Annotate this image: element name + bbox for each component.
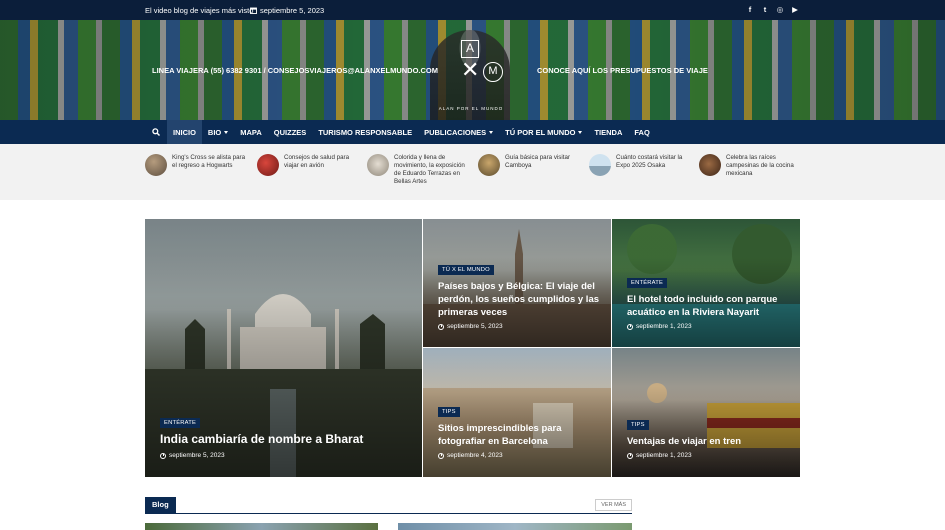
trending-item[interactable]: Cuánto costará visitar la Expo 2025 Osak… bbox=[589, 154, 694, 176]
nav-label: FAQ bbox=[634, 127, 650, 137]
calendar-icon bbox=[250, 7, 257, 14]
trending-item[interactable]: Guía básica para visitar Camboya bbox=[478, 154, 578, 176]
nav-item-tu-por-el-mundo[interactable]: TÚ POR EL MUNDO bbox=[499, 120, 588, 144]
trending-title: Cuánto costará visitar la Expo 2025 Osak… bbox=[616, 154, 683, 169]
trending-thumbnail bbox=[478, 154, 500, 176]
date-text: septiembre 5, 2023 bbox=[169, 452, 225, 459]
nav-item-inicio[interactable]: INICIO bbox=[167, 120, 202, 144]
social-links: f t ◎ ▶ bbox=[746, 5, 799, 14]
article-title[interactable]: Países bajos y Bélgica: El viaje del per… bbox=[438, 280, 603, 319]
hero-article-barcelona[interactable]: TIPS Sitios imprescindibles para fotogra… bbox=[423, 348, 611, 477]
trending-title: Celebra las raíces campesinas de la coci… bbox=[726, 154, 794, 177]
date-text: septiembre 1, 2023 bbox=[636, 452, 692, 459]
trending-title: Guía básica para visitar Camboya bbox=[505, 154, 570, 169]
youtube-icon[interactable]: ▶ bbox=[791, 5, 799, 14]
trending-title: King's Cross se alista para el regreso a… bbox=[172, 154, 246, 169]
search-icon bbox=[152, 128, 160, 136]
article-date: septiembre 5, 2023 bbox=[160, 452, 225, 459]
clock-icon bbox=[627, 452, 633, 459]
article-title[interactable]: El hotel todo incluido con parque acuáti… bbox=[627, 293, 792, 319]
date-text: septiembre 5, 2023 bbox=[447, 323, 503, 330]
hero-article-india[interactable]: ENTÉRATE India cambiaría de nombre a Bha… bbox=[145, 219, 422, 477]
logo-x: ✕ bbox=[461, 57, 480, 82]
logo-letter-a: A bbox=[461, 40, 479, 58]
article-title[interactable]: India cambiaría de nombre a Bharat bbox=[160, 433, 410, 446]
site-logo[interactable]: A ✕ M ALAN POR EL MUNDO bbox=[431, 38, 511, 114]
header-banner: LINEA VIAJERA (55) 6382 9301 / CONSEJOSV… bbox=[0, 20, 945, 120]
nav-item-publicaciones[interactable]: PUBLICACIONES bbox=[418, 120, 499, 144]
nav-label: TÚ POR EL MUNDO bbox=[505, 127, 576, 137]
trending-item[interactable]: Celebra las raíces campesinas de la coci… bbox=[699, 154, 804, 178]
trending-thumbnail bbox=[367, 154, 389, 176]
chevron-down-icon bbox=[489, 130, 494, 134]
article-date: septiembre 1, 2023 bbox=[627, 323, 692, 330]
nav-item-faq[interactable]: FAQ bbox=[628, 120, 655, 144]
clock-icon bbox=[160, 452, 166, 459]
nav-label: BIO bbox=[207, 127, 222, 137]
blog-post-thumbnail[interactable] bbox=[145, 523, 378, 530]
category-badge[interactable]: TIPS bbox=[438, 407, 460, 417]
article-date: septiembre 5, 2023 bbox=[438, 323, 503, 330]
nav-label: TURISMO RESPONSABLE bbox=[318, 127, 413, 137]
trending-thumbnail bbox=[257, 154, 279, 176]
nav-item-quizzes[interactable]: QUIZZES bbox=[268, 120, 313, 144]
article-date: septiembre 1, 2023 bbox=[627, 452, 692, 459]
date-text: septiembre 5, 2023 bbox=[260, 6, 325, 15]
contact-line-link[interactable]: LINEA VIAJERA (55) 6382 9301 / CONSEJOSV… bbox=[152, 66, 438, 75]
trending-strip: King's Cross se alista para el regreso a… bbox=[0, 144, 945, 200]
nav-label: MAPA bbox=[240, 127, 262, 137]
article-date: septiembre 4, 2023 bbox=[438, 452, 503, 459]
facebook-icon[interactable]: f bbox=[746, 5, 754, 14]
nav-item-turismo-responsable[interactable]: TURISMO RESPONSABLE bbox=[312, 120, 418, 144]
logo-letter-m: M bbox=[483, 62, 503, 82]
category-badge[interactable]: TIPS bbox=[627, 420, 649, 430]
trending-title: Colorida y llena de movimiento, la expos… bbox=[394, 154, 465, 185]
nav-label: QUIZZES bbox=[273, 127, 307, 137]
logo-caption: ALAN POR EL MUNDO bbox=[438, 106, 504, 111]
date-text: septiembre 1, 2023 bbox=[636, 323, 692, 330]
nav-label: TIENDA bbox=[594, 127, 623, 137]
blog-section-header: Blog VER MÁS bbox=[145, 497, 632, 514]
clock-icon bbox=[627, 323, 633, 330]
top-bar: El video blog de viajes más visto septie… bbox=[0, 0, 945, 20]
trending-item[interactable]: King's Cross se alista para el regreso a… bbox=[145, 154, 250, 176]
search-button[interactable] bbox=[145, 120, 167, 144]
nav-label: INICIO bbox=[173, 127, 196, 137]
nav-item-mapa[interactable]: MAPA bbox=[234, 120, 268, 144]
chevron-down-icon bbox=[578, 130, 583, 134]
article-title[interactable]: Sitios imprescindibles para fotografiar … bbox=[438, 422, 603, 448]
trending-thumbnail bbox=[145, 154, 167, 176]
current-date: septiembre 5, 2023 bbox=[250, 6, 324, 15]
trending-thumbnail bbox=[589, 154, 611, 176]
nav-item-tienda[interactable]: TIENDA bbox=[588, 120, 628, 144]
hero-article-paises-bajos[interactable]: TÚ X EL MUNDO Países bajos y Bélgica: El… bbox=[423, 219, 611, 347]
trending-title: Consejos de salud para viajar en avión bbox=[284, 154, 350, 169]
nav-label: PUBLICACIONES bbox=[424, 127, 487, 137]
blog-section-title: Blog bbox=[145, 497, 176, 513]
hero-article-hotel-nayarit[interactable]: ENTÉRATE El hotel todo incluido con parq… bbox=[612, 219, 800, 347]
chevron-down-icon bbox=[224, 130, 229, 134]
main-nav: INICIO BIO MAPA QUIZZES TURISMO RESPONSA… bbox=[0, 120, 945, 144]
category-badge[interactable]: TÚ X EL MUNDO bbox=[438, 265, 494, 275]
budgets-link[interactable]: CONOCE AQUÍ LOS PRESUPUESTOS DE VIAJE bbox=[537, 66, 708, 75]
category-badge[interactable]: ENTÉRATE bbox=[160, 418, 201, 428]
category-badge[interactable]: ENTÉRATE bbox=[627, 278, 668, 288]
site-tagline: El video blog de viajes más visto bbox=[145, 6, 254, 15]
article-title[interactable]: Ventajas de viajar en tren bbox=[627, 435, 792, 448]
trending-item[interactable]: Consejos de salud para viajar en avión bbox=[257, 154, 357, 176]
twitter-icon[interactable]: t bbox=[761, 5, 769, 14]
date-text: septiembre 4, 2023 bbox=[447, 452, 503, 459]
instagram-icon[interactable]: ◎ bbox=[776, 5, 784, 14]
trending-item[interactable]: Colorida y llena de movimiento, la expos… bbox=[367, 154, 472, 186]
see-more-button[interactable]: VER MÁS bbox=[595, 499, 632, 511]
hero-article-tren[interactable]: TIPS Ventajas de viajar en tren septiemb… bbox=[612, 348, 800, 477]
nav-item-bio[interactable]: BIO bbox=[202, 120, 234, 144]
clock-icon bbox=[438, 323, 444, 330]
blog-post-thumbnail[interactable] bbox=[398, 523, 632, 530]
clock-icon bbox=[438, 452, 444, 459]
trending-thumbnail bbox=[699, 154, 721, 176]
